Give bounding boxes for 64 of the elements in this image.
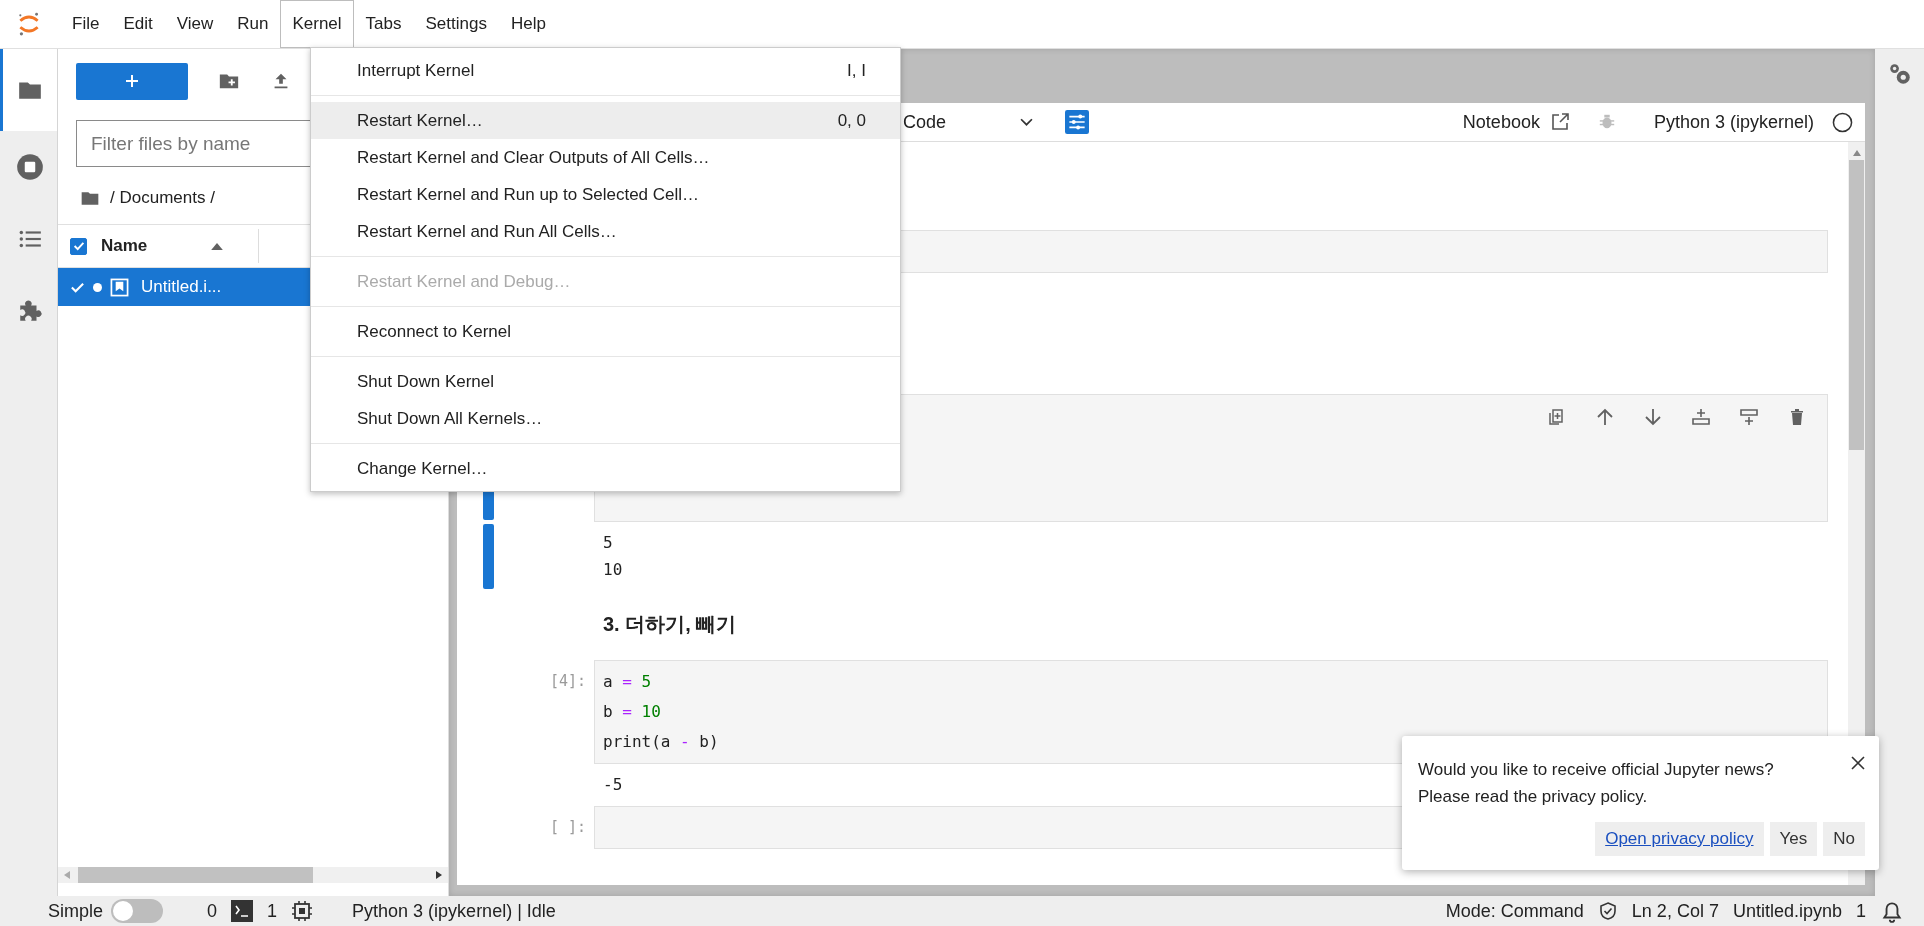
scroll-up-icon[interactable]	[1852, 150, 1861, 156]
column-header[interactable]: Name	[101, 236, 148, 256]
new-launcher-button[interactable]	[76, 62, 188, 100]
puzzle-icon	[17, 298, 43, 324]
code-editor[interactable]: a = 5 b = 10 print(a - b)	[594, 660, 1828, 764]
kernel-status[interactable]: Python 3 (ipykernel) | Idle	[352, 900, 556, 922]
cell-prompt: [4]:	[549, 672, 586, 690]
arrow-up-icon[interactable]	[1595, 407, 1615, 427]
cell-output: -5	[603, 774, 623, 796]
cell-type-dropdown[interactable]: Code	[903, 111, 1034, 133]
notification-message: Please read the privacy policy.	[1418, 786, 1649, 808]
menu-item[interactable]: Reconnect to Kernel	[311, 313, 900, 350]
external-link-icon[interactable]	[1549, 112, 1570, 132]
menu-item[interactable]: View	[164, 0, 226, 48]
menu-item[interactable]: Restart Kernel and Run up to Selected Cell…	[311, 176, 900, 213]
menu-item[interactable]: File	[60, 0, 112, 48]
cell-prompt: [ ]:	[549, 818, 586, 836]
cursor-position[interactable]: Ln 2, Col 7	[1631, 900, 1719, 922]
insert-above-icon[interactable]	[1691, 407, 1711, 427]
kernel-count[interactable]: 1	[267, 900, 278, 922]
terminal-icon[interactable]	[231, 900, 254, 922]
sort-ascending-icon[interactable]	[211, 242, 224, 250]
shield-check-icon[interactable]	[1597, 901, 1618, 921]
menu-item[interactable]: Restart Kernel… 0, 0	[311, 102, 900, 139]
scroll-right-icon[interactable]	[436, 871, 442, 879]
plus-icon	[124, 73, 140, 89]
file-name: Untitled.ipynb	[1732, 900, 1842, 922]
simple-mode-toggle[interactable]	[111, 899, 164, 923]
open-in-notebook-link[interactable]: Notebook	[1462, 111, 1540, 133]
insert-below-icon[interactable]	[1739, 407, 1759, 427]
notification-button[interactable]: No	[1823, 822, 1865, 856]
cell-output: 5	[603, 532, 614, 554]
chevron-down-icon	[1020, 117, 1034, 127]
simple-mode-label: Simple	[48, 900, 104, 922]
checkmark-icon	[71, 239, 86, 253]
breadcrumb[interactable]: / Documents /	[110, 188, 215, 208]
arrow-down-icon[interactable]	[1643, 407, 1663, 427]
menu-item[interactable]: Run	[225, 0, 281, 48]
close-icon[interactable]	[1851, 756, 1865, 770]
horizontal-scrollbar[interactable]	[58, 867, 448, 883]
menu-item[interactable]: Help	[498, 0, 558, 48]
menu-item[interactable]: Settings	[413, 0, 499, 48]
notebook-file-icon	[110, 277, 129, 297]
notification-count[interactable]: 1	[1856, 900, 1866, 922]
terminal-count[interactable]: 0	[207, 900, 218, 922]
notification-button[interactable]: Yes	[1769, 822, 1818, 856]
menu-item[interactable]: Interrupt Kernel I, I	[311, 52, 900, 89]
menu-item[interactable]: Restart Kernel and Run All Cells…	[311, 213, 900, 250]
menu-item[interactable]: Shut Down Kernel	[311, 363, 900, 400]
cell-output: 10	[603, 559, 623, 581]
markdown-heading: 3. 더하기, 빼기	[603, 612, 738, 637]
privacy-policy-link[interactable]: Open privacy policy	[1595, 822, 1764, 856]
menu-item[interactable]: Edit	[111, 0, 165, 48]
select-all-checkbox[interactable]	[70, 237, 87, 255]
menu-item[interactable]: Shut Down All Kernels…	[311, 400, 900, 437]
property-inspector-icon[interactable]	[1065, 110, 1090, 134]
stop-circle-icon	[16, 153, 44, 181]
menu-item[interactable]: Kernel	[280, 0, 354, 48]
mode-indicator: Mode: Command	[1445, 900, 1584, 922]
chip-icon[interactable]	[291, 900, 314, 922]
menu-item[interactable]: Change Kernel…	[311, 450, 900, 487]
menu-item[interactable]: Tabs	[353, 0, 414, 48]
kernel-name[interactable]: Python 3 (ipykernel)	[1653, 111, 1814, 133]
sidebar-tab[interactable]	[0, 49, 57, 131]
